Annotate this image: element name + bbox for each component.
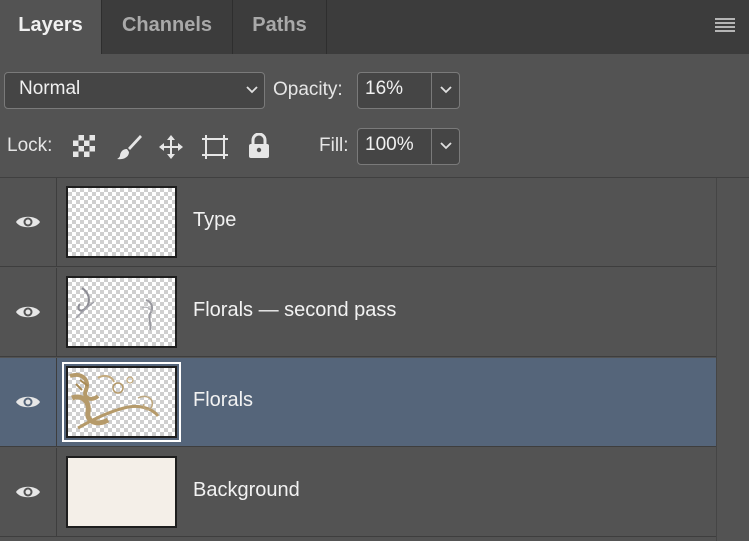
blend-mode-dropdown[interactable]: Normal (4, 72, 265, 109)
layer-row-type[interactable]: · · · · · Type (0, 178, 716, 267)
eye-icon[interactable] (15, 303, 41, 326)
chevron-down-icon[interactable] (440, 86, 452, 96)
layers-scroll-area[interactable] (716, 178, 749, 541)
opacity-field[interactable]: 16% (357, 72, 460, 109)
layer-thumbnail (62, 362, 181, 442)
layer-thumbnail: · · · · · (66, 186, 177, 258)
eye-icon[interactable] (15, 393, 41, 416)
lock-label: Lock: (7, 135, 53, 156)
lock-position-icon[interactable] (157, 133, 185, 166)
layer-thumbnail (66, 276, 177, 348)
visibility-toggle[interactable] (0, 358, 57, 447)
layers-panel: Layers Channels Paths Normal Opacity: 16… (0, 0, 749, 541)
svg-text:· · · · ·: · · · · · (106, 221, 125, 228)
visibility-toggle[interactable] (0, 448, 57, 537)
layer-thumbnail (66, 456, 177, 528)
layer-row-background[interactable]: Background (0, 448, 716, 537)
layer-name: Type (193, 209, 237, 231)
tab-channels[interactable]: Channels (102, 0, 232, 54)
layer-name: Background (193, 479, 300, 501)
chevron-down-icon (246, 86, 258, 96)
tab-paths[interactable]: Paths (233, 0, 326, 54)
opacity-value: 16% (365, 78, 404, 99)
tab-layers[interactable]: Layers (0, 0, 101, 54)
layer-row-florals[interactable]: Florals (0, 358, 716, 447)
tab-separator (326, 0, 327, 54)
layer-name: Florals (193, 389, 254, 411)
panel-menu-icon[interactable] (715, 18, 735, 32)
lock-image-pixels-icon[interactable] (115, 133, 143, 166)
lock-all-icon[interactable] (248, 132, 270, 164)
layer-row-florals-second-pass[interactable]: Florals — second pass (0, 268, 716, 357)
lock-transparent-pixels-icon[interactable] (72, 134, 96, 163)
chevron-down-icon[interactable] (440, 142, 452, 152)
visibility-toggle[interactable] (0, 268, 57, 357)
fill-field[interactable]: 100% (357, 128, 460, 165)
blend-mode-value: Normal (19, 78, 81, 99)
eye-icon[interactable] (15, 213, 41, 236)
eye-icon[interactable] (15, 483, 41, 506)
panel-tab-bar: Layers Channels Paths (0, 0, 749, 54)
fill-label: Fill: (319, 135, 349, 156)
fill-value: 100% (365, 134, 414, 155)
opacity-label: Opacity: (273, 79, 343, 100)
visibility-toggle[interactable] (0, 178, 57, 267)
lock-artboard-icon[interactable] (200, 133, 230, 166)
layer-name: Florals — second pass (193, 299, 397, 321)
